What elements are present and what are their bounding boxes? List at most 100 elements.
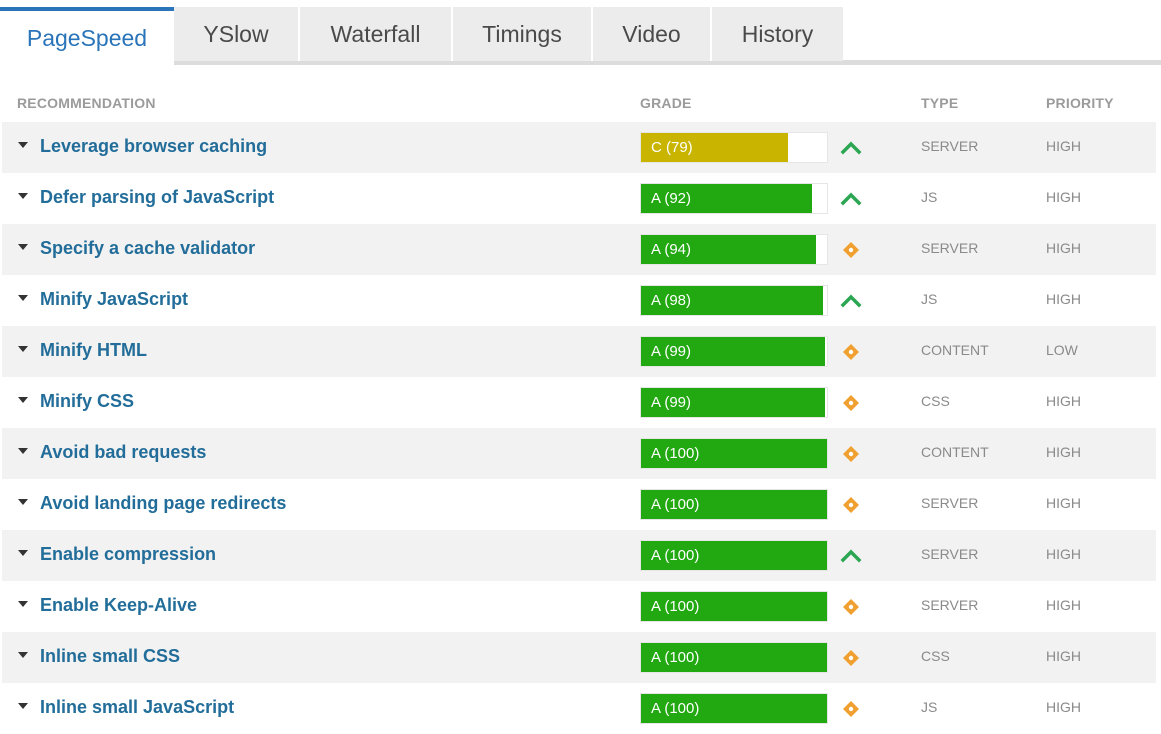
caret-down-icon[interactable]: [18, 703, 28, 709]
table-row[interactable]: Inline small JavaScript A (100) JS HIGH: [2, 683, 1156, 734]
grade-label: A (100): [651, 496, 700, 513]
priority-label: HIGH: [1046, 444, 1081, 460]
priority-label: HIGH: [1046, 189, 1081, 205]
caret-down-icon[interactable]: [18, 601, 28, 607]
caret-down-icon[interactable]: [18, 550, 28, 556]
type-label: JS: [921, 699, 938, 715]
caret-down-icon[interactable]: [18, 295, 28, 301]
table-row[interactable]: Avoid bad requests A (100) CONTENT HIGH: [2, 428, 1156, 479]
grade-label: A (92): [651, 190, 692, 207]
trend-neutral-icon: [840, 342, 862, 362]
recommendation-link[interactable]: Defer parsing of JavaScript: [40, 187, 274, 208]
grade-label: A (99): [651, 394, 692, 411]
priority-label: HIGH: [1046, 393, 1081, 409]
recommendation-link[interactable]: Avoid bad requests: [40, 442, 206, 463]
caret-down-icon[interactable]: [18, 244, 28, 250]
table-row[interactable]: Minify JavaScript A (98) JS HIGH: [2, 275, 1156, 326]
recommendation-link[interactable]: Minify CSS: [40, 391, 134, 412]
table-row[interactable]: Defer parsing of JavaScript A (92) JS HIGH: [2, 173, 1156, 224]
recommendation-link[interactable]: Specify a cache validator: [40, 238, 255, 259]
grade-bar: A (92): [640, 183, 828, 214]
type-label: SERVER: [921, 597, 979, 613]
recommendation-link[interactable]: Minify JavaScript: [40, 289, 188, 310]
type-label: SERVER: [921, 240, 979, 256]
column-header-grade: GRADE: [640, 95, 692, 111]
type-label: CONTENT: [921, 444, 989, 460]
grade-label: C (79): [651, 139, 693, 156]
table-row[interactable]: Avoid landing page redirects A (100) SERVE…: [2, 479, 1156, 530]
trend-neutral-icon: [840, 648, 862, 668]
type-label: CSS: [921, 393, 950, 409]
recommendation-link[interactable]: Minify HTML: [40, 340, 147, 361]
grade-bar: A (94): [640, 234, 828, 265]
grade-bar: C (79): [640, 132, 828, 163]
grade-label: A (94): [651, 241, 692, 258]
type-label: CONTENT: [921, 342, 989, 358]
type-label: SERVER: [921, 138, 979, 154]
priority-label: HIGH: [1046, 648, 1081, 664]
caret-down-icon[interactable]: [18, 448, 28, 454]
trend-neutral-icon: [840, 699, 862, 719]
tab-waterfall[interactable]: Waterfall: [300, 7, 453, 61]
table-row[interactable]: Inline small CSS A (100) CSS HIGH: [2, 632, 1156, 683]
tab-timings[interactable]: Timings: [453, 7, 593, 61]
type-label: SERVER: [921, 546, 979, 562]
column-header-priority: PRIORITY: [1046, 95, 1114, 111]
recommendations-table: Leverage browser caching C (79) SERVER HIGH…: [2, 122, 1156, 734]
trend-up-icon: [840, 546, 862, 566]
grade-label: A (100): [651, 547, 700, 564]
grade-bar: A (98): [640, 285, 828, 316]
grade-bar: A (100): [640, 438, 828, 469]
grade-bar: A (100): [640, 591, 828, 622]
recommendation-link[interactable]: Inline small CSS: [40, 646, 180, 667]
tab-history[interactable]: History: [712, 7, 843, 61]
priority-label: HIGH: [1046, 240, 1081, 256]
tab-pagespeed[interactable]: PageSpeed: [0, 7, 174, 65]
table-row[interactable]: Enable Keep-Alive A (100) SERVER HIGH: [2, 581, 1156, 632]
tab-video[interactable]: Video: [593, 7, 712, 61]
grade-bar: A (100): [640, 540, 828, 571]
tab-yslow[interactable]: YSlow: [174, 7, 300, 61]
grade-label: A (98): [651, 292, 692, 309]
grade-bar: A (99): [640, 387, 828, 418]
recommendation-link[interactable]: Inline small JavaScript: [40, 697, 234, 718]
recommendation-link[interactable]: Enable compression: [40, 544, 216, 565]
column-header-type: TYPE: [921, 95, 959, 111]
table-row[interactable]: Minify CSS A (99) CSS HIGH: [2, 377, 1156, 428]
recommendation-link[interactable]: Enable Keep-Alive: [40, 595, 197, 616]
trend-up-icon: [840, 138, 862, 158]
recommendation-link[interactable]: Leverage browser caching: [40, 136, 267, 157]
grade-label: A (100): [651, 598, 700, 615]
priority-label: HIGH: [1046, 138, 1081, 154]
priority-label: HIGH: [1046, 546, 1081, 562]
grade-bar: A (100): [640, 693, 828, 724]
priority-label: HIGH: [1046, 699, 1081, 715]
caret-down-icon[interactable]: [18, 499, 28, 505]
trend-neutral-icon: [840, 240, 862, 260]
caret-down-icon[interactable]: [18, 193, 28, 199]
priority-label: LOW: [1046, 342, 1078, 358]
table-row[interactable]: Specify a cache validator A (94) SERVER HIG…: [2, 224, 1156, 275]
grade-label: A (100): [651, 700, 700, 717]
tab-bar: PageSpeed YSlow Waterfall Timings Video …: [0, 0, 1161, 66]
table-row[interactable]: Leverage browser caching C (79) SERVER HIGH: [2, 122, 1156, 173]
caret-down-icon[interactable]: [18, 142, 28, 148]
caret-down-icon[interactable]: [18, 397, 28, 403]
priority-label: HIGH: [1046, 597, 1081, 613]
grade-label: A (100): [651, 649, 700, 666]
trend-neutral-icon: [840, 393, 862, 413]
column-header-recommendation: RECOMMENDATION: [17, 95, 156, 111]
trend-up-icon: [840, 291, 862, 311]
trend-neutral-icon: [840, 597, 862, 617]
grade-bar: A (100): [640, 642, 828, 673]
trend-neutral-icon: [840, 444, 862, 464]
caret-down-icon[interactable]: [18, 346, 28, 352]
recommendation-link[interactable]: Avoid landing page redirects: [40, 493, 286, 514]
caret-down-icon[interactable]: [18, 652, 28, 658]
trend-neutral-icon: [840, 495, 862, 515]
table-row[interactable]: Enable compression A (100) SERVER HIGH: [2, 530, 1156, 581]
table-row[interactable]: Minify HTML A (99) CONTENT LOW: [2, 326, 1156, 377]
type-label: CSS: [921, 648, 950, 664]
type-label: JS: [921, 189, 938, 205]
type-label: SERVER: [921, 495, 979, 511]
